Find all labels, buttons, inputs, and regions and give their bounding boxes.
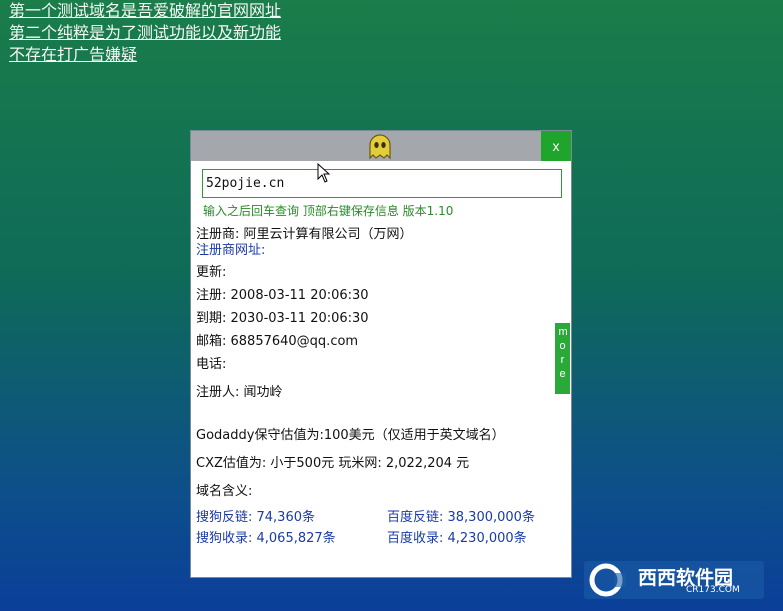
phone: 电话: xyxy=(196,357,227,372)
registrant: 注册人: 闻功岭 xyxy=(196,385,283,400)
usage-hint: 输入之后回车查询 顶部右键保存信息 版本1.10 xyxy=(203,204,454,218)
godaddy-estimate: Godaddy保守估值为:100美元（仅适用于英文域名） xyxy=(196,428,505,443)
cxz-estimate: CXZ估值为: 小于500元 玩米网: 2,022,204 元 xyxy=(196,456,470,471)
watermark-sub: CR173.COM xyxy=(686,585,740,595)
whois-dialog: x 52pojie.cn 输入之后回车查询 顶部右键保存信息 版本1.10 注册… xyxy=(190,130,572,578)
sogou-indexed: 搜狗收录: 4,065,827条 xyxy=(196,531,336,546)
baidu-indexed: 百度收录: 4,230,000条 xyxy=(387,531,527,546)
baidu-backlinks: 百度反链: 38,300,000条 xyxy=(387,510,535,525)
watermark: 西西软件园 CR173.COM xyxy=(584,561,764,599)
close-button[interactable]: x xyxy=(541,131,571,161)
title-bar[interactable]: x xyxy=(191,131,571,161)
domain-input[interactable]: 52pojie.cn xyxy=(202,169,562,198)
note-link-1[interactable]: 第一个测试域名是吾爱破解的官网网址 xyxy=(9,0,281,22)
email: 邮箱: 68857640@qq.com xyxy=(196,334,359,349)
top-notes: 第一个测试域名是吾爱破解的官网网址 第二个纯粹是为了测试功能以及新功能 不存在打… xyxy=(9,0,281,66)
more-tab[interactable]: more xyxy=(555,323,570,394)
domain-meaning: 域名含义: xyxy=(196,484,253,499)
registered-date: 注册: 2008-03-11 20:06:30 xyxy=(196,288,369,303)
updated-date: 更新: xyxy=(196,265,227,280)
registrar-url[interactable]: 注册商网址: xyxy=(196,239,265,258)
ghost-icon xyxy=(369,134,391,160)
more-label: more xyxy=(558,326,568,380)
mouse-cursor-icon xyxy=(317,163,331,183)
sogou-backlinks: 搜狗反链: 74,360条 xyxy=(196,510,315,525)
note-link-3[interactable]: 不存在打广告嫌疑 xyxy=(9,44,281,66)
expiry-date: 到期: 2030-03-11 20:06:30 xyxy=(196,311,369,326)
note-link-2[interactable]: 第二个纯粹是为了测试功能以及新功能 xyxy=(9,22,281,44)
